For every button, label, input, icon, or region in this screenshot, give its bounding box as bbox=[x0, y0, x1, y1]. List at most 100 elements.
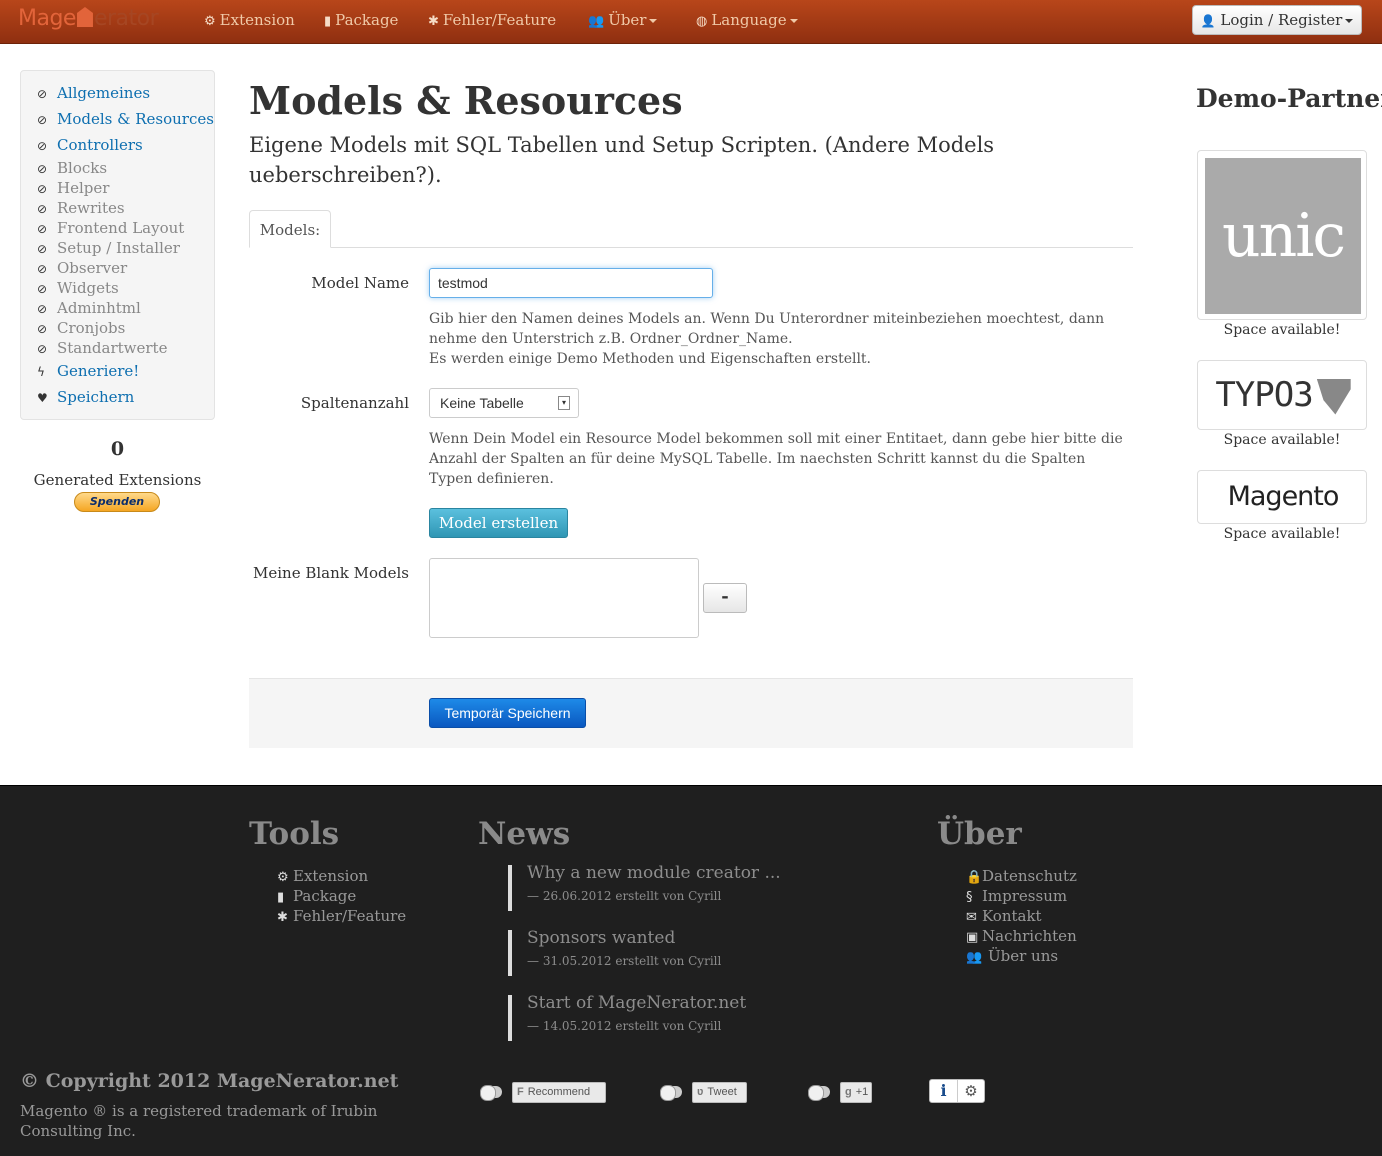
nav-fehler-feature-label: Fehler/Feature bbox=[442, 11, 557, 29]
sidebar-item-label: Blocks bbox=[57, 159, 108, 177]
blank-models-list[interactable] bbox=[429, 558, 699, 638]
envelope-icon: ✉ bbox=[966, 910, 977, 925]
book-icon: ▮ bbox=[324, 14, 332, 29]
footer-link-label: Fehler/Feature bbox=[293, 907, 407, 925]
info-icon[interactable]: i bbox=[930, 1080, 958, 1102]
generated-extensions-label: Generated Extensions bbox=[33, 471, 202, 489]
donate-button[interactable]: Spenden bbox=[74, 492, 160, 512]
footer-link-package[interactable]: ▮ Package bbox=[277, 887, 356, 905]
news-item: Why a new module creator ... — 26.06.201… bbox=[508, 863, 908, 911]
ban-icon: ⊘ bbox=[37, 282, 48, 296]
nav-extension[interactable]: ⚙ Extension bbox=[204, 11, 295, 29]
nav-extension-label: Extension bbox=[219, 11, 295, 29]
sidebar-item-rewrites[interactable]: ⊘ Rewrites bbox=[37, 199, 125, 217]
sidebar-item-helper[interactable]: ⊘ Helper bbox=[37, 179, 109, 197]
sidebar-item-label: Widgets bbox=[57, 279, 119, 297]
sidebar-item-cronjobs[interactable]: ⊘ Cronjobs bbox=[37, 319, 125, 337]
gear-icon[interactable]: ⚙ bbox=[958, 1080, 984, 1102]
google-plus-one-label: +1 bbox=[855, 1086, 869, 1098]
footer-link-fehler-feature[interactable]: ✱ Fehler/Feature bbox=[277, 907, 406, 925]
tweet-button[interactable]: ʋ Tweet bbox=[692, 1082, 747, 1103]
login-register-button[interactable]: 👤 Login / Register bbox=[1192, 5, 1362, 35]
top-navbar: Mage erator ⚙ Extension ▮ Package ✱ Fehler/F… bbox=[0, 0, 1382, 44]
footer-link-nachrichten[interactable]: ▣ Nachrichten bbox=[966, 927, 1077, 945]
inbox-icon: ▣ bbox=[966, 930, 979, 945]
blank-models-label: Meine Blank Models bbox=[253, 564, 409, 582]
tab-models[interactable]: Models: bbox=[249, 210, 331, 248]
create-model-button[interactable]: Model erstellen bbox=[429, 508, 568, 538]
globe-icon: ◍ bbox=[696, 14, 708, 29]
sidebar-item-label: Speichern bbox=[57, 388, 135, 406]
ban-icon: ⊘ bbox=[37, 162, 48, 176]
nav-uber-dropdown[interactable]: 👥 Über bbox=[588, 11, 658, 29]
heart-icon: ♥ bbox=[37, 391, 48, 405]
ban-icon: ⊘ bbox=[37, 302, 48, 316]
sidebar-item-adminhtml[interactable]: ⊘ Adminhtml bbox=[37, 299, 141, 317]
trademark-text: Magento ® is a registered trademark of I… bbox=[20, 1102, 378, 1140]
facebook-privacy-toggle[interactable] bbox=[480, 1085, 502, 1101]
partner-typo3[interactable]: TYPO3 bbox=[1197, 360, 1367, 430]
tweet-label: Tweet bbox=[707, 1086, 737, 1098]
sidebar-item-models-resources[interactable]: ⊘ Models & Resources bbox=[37, 110, 214, 128]
tab-divider bbox=[249, 247, 1133, 248]
sidebar-item-setup-installer[interactable]: ⊘ Setup / Installer bbox=[37, 239, 180, 257]
model-name-label: Model Name bbox=[311, 274, 409, 292]
sidebar-item-blocks[interactable]: ⊘ Blocks bbox=[37, 159, 107, 177]
footer-link-label: Kontakt bbox=[982, 907, 1042, 925]
partner-unic[interactable]: unic bbox=[1197, 150, 1367, 320]
columns-select[interactable]: Keine Tabelle ▾ bbox=[429, 388, 579, 418]
sidebar-item-frontend-layout[interactable]: ⊘ Frontend Layout bbox=[37, 219, 184, 237]
partner-caption: Space available! bbox=[1223, 432, 1341, 448]
remove-model-button[interactable]: - bbox=[703, 583, 747, 613]
google-plus-one-button[interactable]: g +1 bbox=[840, 1082, 872, 1103]
google-privacy-toggle[interactable] bbox=[808, 1085, 830, 1101]
save-temporary-button[interactable]: Temporär Speichern bbox=[429, 698, 586, 728]
sidebar-item-allgemeines[interactable]: ⊘ Allgemeines bbox=[37, 84, 150, 102]
users-icon: 👥 bbox=[588, 14, 605, 29]
model-name-input[interactable] bbox=[429, 268, 713, 298]
sidebar-item-label: Frontend Layout bbox=[57, 219, 185, 237]
news-title-link[interactable]: Why a new module creator ... bbox=[527, 863, 908, 883]
nav-package[interactable]: ▮ Package bbox=[324, 11, 398, 29]
check-circle-icon: ⊘ bbox=[37, 87, 48, 101]
model-name-help: Gib hier den Namen deines Models an. Wen… bbox=[429, 309, 1119, 369]
nav-language-dropdown[interactable]: ◍ Language bbox=[696, 11, 798, 29]
model-name-help-line-1: Gib hier den Namen deines Models an. Wen… bbox=[429, 311, 1105, 347]
columns-label: Spaltenanzahl bbox=[300, 394, 409, 412]
brand-logo[interactable]: Mage erator bbox=[18, 6, 159, 31]
sidebar-item-standartwerte[interactable]: ⊘ Standartwerte bbox=[37, 339, 167, 357]
news-title-link[interactable]: Start of MageNerator.net bbox=[527, 993, 908, 1013]
sidebar-item-widgets[interactable]: ⊘ Widgets bbox=[37, 279, 119, 297]
caret-down-icon bbox=[1345, 19, 1354, 23]
sidebar-item-speichern[interactable]: ♥ Speichern bbox=[37, 388, 134, 406]
cogs-icon: ⚙ bbox=[204, 14, 216, 29]
typo3-logo-text: TYPO3 bbox=[1215, 375, 1313, 415]
brand-part-1: Mage bbox=[18, 6, 76, 31]
facebook-recommend-button[interactable]: F Recommend bbox=[512, 1082, 606, 1103]
ban-icon: ⊘ bbox=[37, 322, 48, 336]
ban-icon: ⊘ bbox=[37, 182, 48, 196]
footer-link-uber-uns[interactable]: 👥 Über uns bbox=[966, 947, 1058, 965]
footer-link-kontakt[interactable]: ✉ Kontakt bbox=[966, 907, 1042, 925]
check-circle-icon: ⊘ bbox=[37, 139, 48, 153]
sidebar-item-controllers[interactable]: ⊘ Controllers bbox=[37, 136, 143, 154]
facebook-recommend-label: Recommend bbox=[527, 1086, 591, 1098]
footer-link-extension[interactable]: ⚙ Extension bbox=[277, 867, 368, 885]
nav-fehler-feature[interactable]: ✱ Fehler/Feature bbox=[428, 11, 556, 29]
news-title-link[interactable]: Sponsors wanted bbox=[527, 928, 908, 948]
footer-link-label: Extension bbox=[293, 867, 369, 885]
sidebar-item-observer[interactable]: ⊘ Observer bbox=[37, 259, 127, 277]
sidebar-item-label: Observer bbox=[57, 259, 128, 277]
partners-title: Demo-Partner bbox=[1196, 84, 1382, 113]
footer-link-label: Über uns bbox=[988, 947, 1059, 965]
footer-link-datenschutz[interactable]: 🔒Datenschutz bbox=[966, 867, 1077, 885]
generated-extensions-count: 0 bbox=[110, 438, 125, 460]
twitter-privacy-toggle[interactable] bbox=[660, 1085, 682, 1101]
partner-caption: Space available! bbox=[1223, 322, 1341, 338]
social-info-box: i ⚙ bbox=[929, 1079, 985, 1103]
sidebar-item-generiere[interactable]: ϟ Generiere! bbox=[37, 362, 139, 380]
nav-language-label: Language bbox=[711, 11, 787, 29]
check-circle-icon: ⊘ bbox=[37, 113, 48, 127]
partner-magento[interactable]: Magento bbox=[1197, 470, 1367, 524]
footer-link-impressum[interactable]: § Impressum bbox=[966, 887, 1067, 905]
